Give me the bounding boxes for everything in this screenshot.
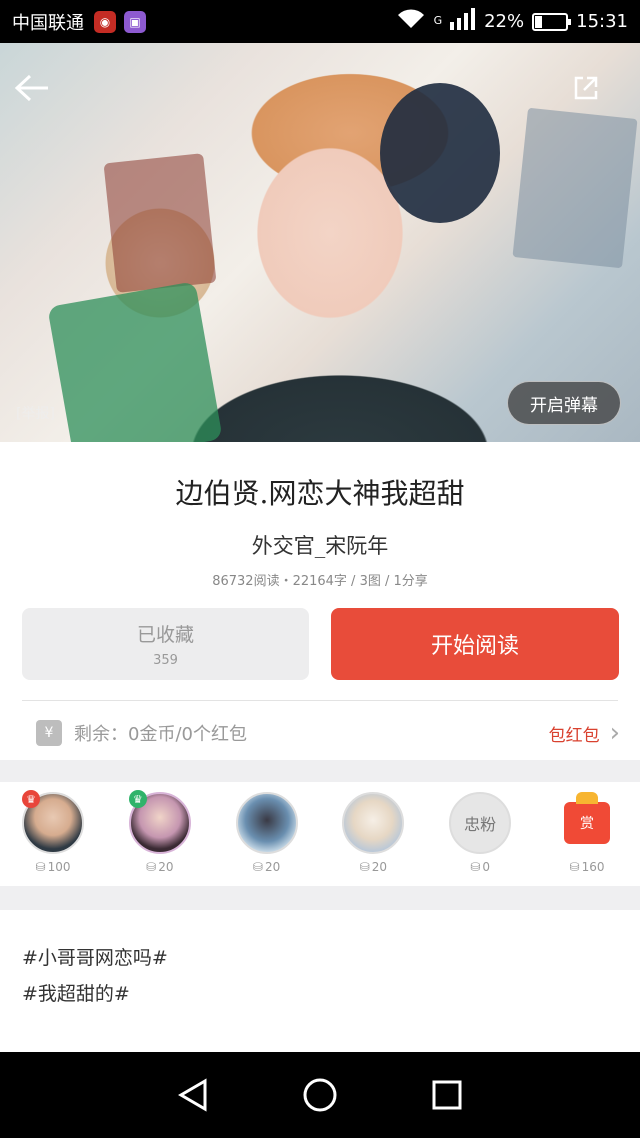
gallery-app-icon: ▣ bbox=[124, 10, 146, 33]
battery-icon bbox=[532, 12, 572, 31]
loyal-fan-placeholder: 忠粉 bbox=[449, 792, 512, 854]
avatar bbox=[342, 792, 405, 854]
book-author[interactable]: 外交官_宋阮年 bbox=[0, 530, 640, 560]
fan-amount: ⛁ 20 bbox=[253, 860, 280, 874]
beret-hat bbox=[380, 83, 500, 223]
reward-label: 赏 bbox=[579, 816, 594, 832]
placeholder-label: 忠粉 bbox=[464, 815, 497, 834]
tag-list: #小哥哥网恋吗# #我超甜的# bbox=[22, 940, 168, 1012]
system-nav-bar bbox=[0, 1052, 640, 1138]
fan-item[interactable]: ⛁ 20 bbox=[234, 782, 300, 886]
favorite-count: 359 bbox=[153, 653, 178, 668]
section-gap bbox=[0, 760, 640, 782]
start-reading-button[interactable]: 开始阅读 bbox=[331, 608, 619, 680]
fan-amount: ⛁ 160 bbox=[570, 860, 605, 874]
back-triangle-icon[interactable] bbox=[173, 1075, 213, 1115]
coin-stack-icon: ⛁ bbox=[569, 860, 580, 874]
danmaku-toggle-button[interactable]: 开启弹幕 bbox=[507, 381, 621, 425]
network-type: G bbox=[433, 14, 443, 27]
coin-icon: ¥ bbox=[36, 720, 62, 746]
wifi-icon bbox=[396, 8, 426, 35]
section-gap bbox=[0, 886, 640, 910]
fan-item[interactable]: ♛ ⛁ 100 bbox=[20, 782, 86, 886]
battery-level bbox=[535, 15, 543, 28]
tag[interactable]: #小哥哥网恋吗# bbox=[22, 940, 168, 976]
avatar bbox=[235, 792, 298, 854]
fan-item[interactable]: 忠粉 ⛁ 0 bbox=[447, 782, 513, 886]
background-poster bbox=[103, 153, 217, 293]
green-tin bbox=[47, 281, 223, 442]
book-title: 边伯贤.网恋大神我超甜 bbox=[175, 477, 465, 510]
back-arrow-icon[interactable] bbox=[12, 68, 52, 108]
carrier-name: 中国联通 bbox=[12, 12, 84, 34]
fans-row: ♛ ⛁ 100 ♛ ⛁ 20 ⛁ 20 ⛁ 20 忠粉 ⛁ 0 赏 ⛁ 160 bbox=[0, 782, 640, 886]
amount-value: 160 bbox=[581, 860, 605, 874]
status-bar: 中国联通 ◉ ▣ G 22% 15:31 bbox=[0, 0, 640, 43]
amount-value: 20 bbox=[264, 860, 281, 874]
report-link[interactable]: [举报] bbox=[16, 403, 55, 423]
fan-item[interactable]: ♛ ⛁ 20 bbox=[127, 782, 193, 886]
background-poster bbox=[512, 107, 638, 269]
amount-value: 0 bbox=[482, 860, 491, 874]
home-circle-icon[interactable] bbox=[300, 1075, 340, 1115]
divider bbox=[22, 700, 618, 701]
amount-value: 20 bbox=[158, 860, 174, 874]
clock: 15:31 bbox=[576, 11, 628, 32]
coin-stack-icon: ⛁ bbox=[35, 860, 46, 874]
crown-icon: ♛ bbox=[128, 790, 147, 808]
share-icon[interactable] bbox=[568, 70, 604, 106]
recents-square-icon[interactable] bbox=[427, 1075, 467, 1115]
balance-text: 剩余：0金币/0个红包 bbox=[74, 724, 247, 745]
reward-button[interactable]: 赏 ⛁ 160 bbox=[554, 782, 620, 886]
netease-music-icon: ◉ bbox=[94, 10, 116, 33]
fan-amount: ⛁ 20 bbox=[360, 860, 387, 874]
amount-value: 20 bbox=[371, 860, 388, 874]
redpack-label: 包红包 bbox=[548, 725, 600, 746]
crown-icon: ♛ bbox=[22, 790, 40, 808]
fan-item[interactable]: ⛁ 20 bbox=[340, 782, 406, 886]
amount-value: 100 bbox=[47, 860, 71, 874]
tag[interactable]: #我超甜的# bbox=[22, 976, 168, 1012]
favorite-label: 已收藏 bbox=[136, 624, 194, 646]
signal-icon bbox=[450, 8, 476, 35]
coin-stack-icon: ⛁ bbox=[252, 860, 263, 874]
balance-row: ¥ 剩余：0金币/0个红包 bbox=[36, 715, 247, 751]
send-redpack-button[interactable]: 包红包 › bbox=[549, 715, 620, 751]
coin-stack-icon: ⛁ bbox=[359, 860, 370, 874]
fan-amount: ⛁ 20 bbox=[146, 860, 173, 874]
chevron-right-icon: › bbox=[609, 718, 620, 748]
gift-icon: 赏 bbox=[556, 792, 618, 854]
book-meta: 86732阅读・22164字 / 3图 / 1分享 bbox=[212, 574, 428, 589]
fan-amount: ⛁ 100 bbox=[36, 860, 71, 874]
fan-amount: ⛁ 0 bbox=[470, 860, 490, 874]
battery-percent: 22% bbox=[484, 11, 525, 32]
coin-stack-icon: ⛁ bbox=[470, 860, 481, 874]
favorite-button[interactable]: 已收藏 359 bbox=[22, 608, 309, 680]
coin-stack-icon: ⛁ bbox=[146, 860, 157, 874]
